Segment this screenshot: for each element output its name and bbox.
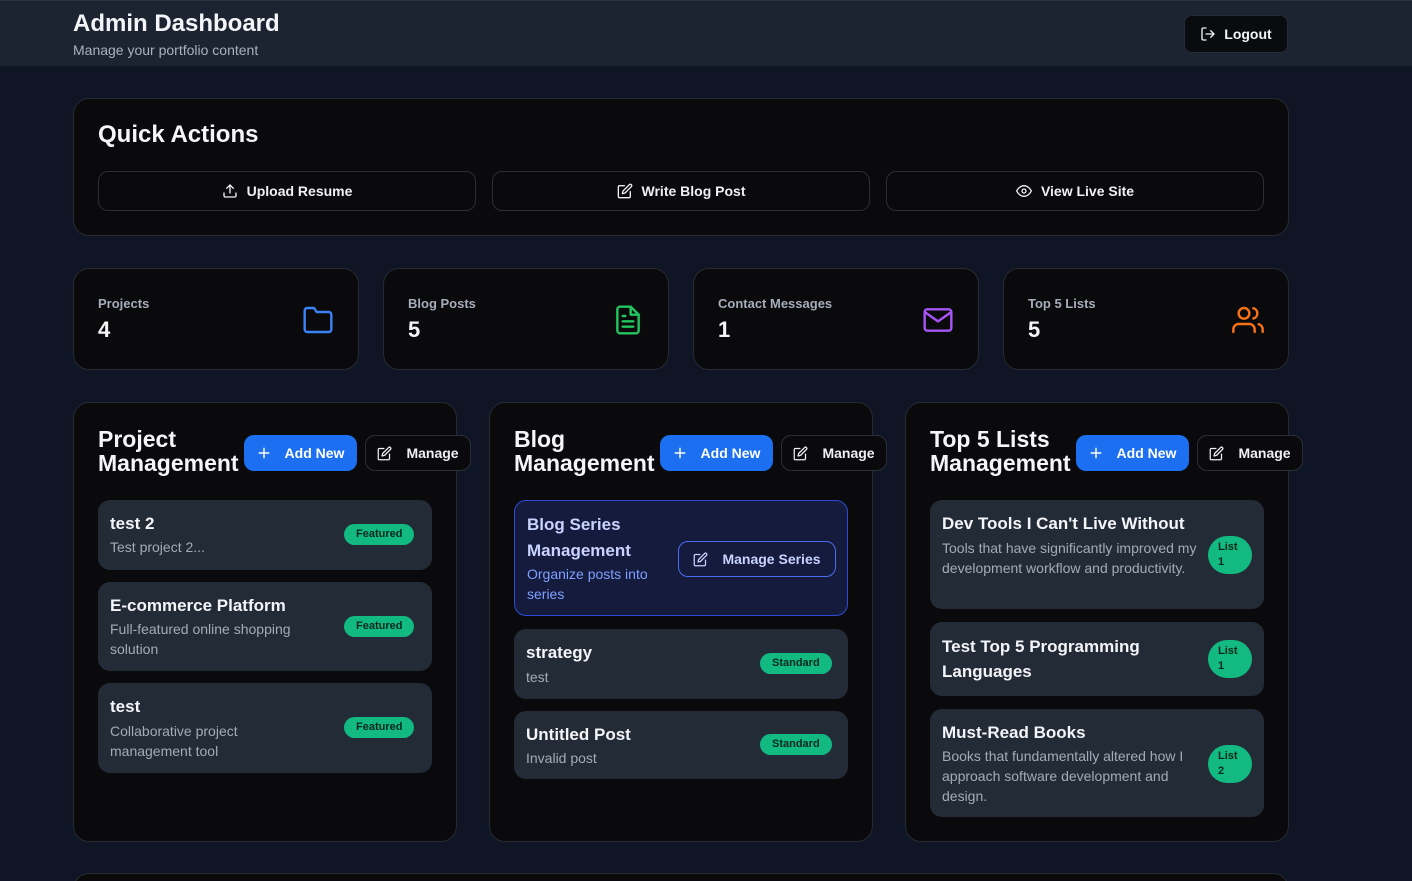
edit-icon (693, 552, 708, 567)
project-item[interactable]: E-commerce Platform Full-featured online… (98, 582, 432, 671)
stat-label: Blog Posts (408, 296, 476, 311)
manage-projects-button[interactable]: Manage (365, 435, 471, 471)
featured-badge: Featured (344, 717, 415, 738)
logout-label: Logout (1224, 26, 1272, 42)
list-number-badge: List 2 (1208, 745, 1252, 783)
write-blog-post-button[interactable]: Write Blog Post (492, 171, 870, 211)
stat-value: 1 (718, 317, 731, 342)
standard-badge: Standard (760, 653, 832, 674)
stat-label: Contact Messages (718, 296, 833, 311)
list-number-badge: List 1 (1208, 536, 1252, 574)
series-title: Blog Series Management (527, 515, 631, 560)
edit-icon (793, 446, 808, 461)
stat-card-top-5-lists: Top 5 Lists 5 (1003, 268, 1289, 370)
manage-blog-button[interactable]: Manage (781, 435, 887, 471)
view-live-site-button[interactable]: View Live Site (886, 171, 1264, 211)
featured-badge: Featured (344, 616, 415, 637)
top-5-lists-panel: Top 5 Lists Management Add New Manage De… (905, 402, 1303, 842)
stat-label: Projects (98, 296, 150, 311)
manage-series-button[interactable]: Manage Series (678, 541, 836, 577)
featured-badge: Featured (344, 524, 415, 545)
stat-value: 4 (98, 317, 111, 342)
standard-badge: Standard (760, 734, 832, 755)
stat-card-blog-posts: Blog Posts 5 (383, 268, 669, 370)
add-list-button[interactable]: Add New (1076, 435, 1189, 471)
edit-icon (377, 446, 392, 461)
logout-icon (1200, 26, 1216, 42)
list-item[interactable]: Dev Tools I Can't Live Without Tools tha… (930, 500, 1264, 609)
stat-label: Top 5 Lists (1028, 296, 1096, 311)
panel-title: Blog Management (514, 426, 655, 476)
series-desc: Organize posts into series (527, 566, 648, 602)
stat-value: 5 (1028, 317, 1041, 342)
stat-card-projects: Projects 4 (73, 268, 359, 370)
view-live-site-label: View Live Site (1040, 183, 1135, 199)
edit-icon (617, 183, 633, 199)
panel-title: Project Management (98, 426, 239, 476)
blog-item[interactable]: strategy test Standard (514, 629, 848, 699)
write-blog-post-label: Write Blog Post (641, 183, 746, 199)
page-subtitle: Manage your portfolio content (73, 42, 259, 58)
plus-icon (1089, 446, 1103, 460)
mail-icon (922, 304, 954, 336)
blog-management-panel: Blog Management Add New Manage Blog Seri… (489, 402, 887, 842)
folder-icon (302, 304, 334, 336)
stat-card-contact-messages: Contact Messages 1 (693, 268, 979, 370)
next-section-card (73, 873, 1289, 881)
logout-button[interactable]: Logout (1184, 15, 1288, 53)
users-icon (1232, 304, 1264, 336)
project-management-panel: Project Management Add New Manage test 2… (73, 402, 471, 842)
plus-icon (673, 446, 687, 460)
project-item[interactable]: test Collaborative project management to… (98, 683, 432, 773)
list-item[interactable]: Test Top 5 Programming Languages List 1 (930, 622, 1264, 696)
file-text-icon (612, 304, 644, 336)
panel-title: Top 5 Lists Management (930, 426, 1071, 476)
manage-lists-button[interactable]: Manage (1197, 435, 1303, 471)
add-project-button[interactable]: Add New (244, 435, 357, 471)
page-title: Admin Dashboard (73, 10, 280, 37)
stat-value: 5 (408, 317, 421, 342)
upload-resume-label: Upload Resume (246, 183, 353, 199)
quick-actions-title: Quick Actions (98, 121, 259, 148)
top-header: Admin Dashboard Manage your portfolio co… (0, 0, 1412, 66)
edit-icon (1209, 446, 1224, 461)
eye-icon (1015, 183, 1032, 199)
project-item[interactable]: test 2 Test project 2... Featured (98, 500, 432, 570)
upload-resume-button[interactable]: Upload Resume (98, 171, 476, 211)
list-number-badge: List 1 (1208, 640, 1252, 678)
list-item[interactable]: Must-Read Books Books that fundamentally… (930, 709, 1264, 817)
blog-series-card: Blog Series Management Organize posts in… (514, 500, 848, 616)
quick-actions-card: Quick Actions Upload Resume Write Blog P… (73, 98, 1289, 236)
upload-icon (222, 183, 238, 199)
add-blog-post-button[interactable]: Add New (660, 435, 773, 471)
plus-icon (257, 446, 271, 460)
blog-item[interactable]: Untitled Post Invalid post Standard (514, 711, 848, 779)
